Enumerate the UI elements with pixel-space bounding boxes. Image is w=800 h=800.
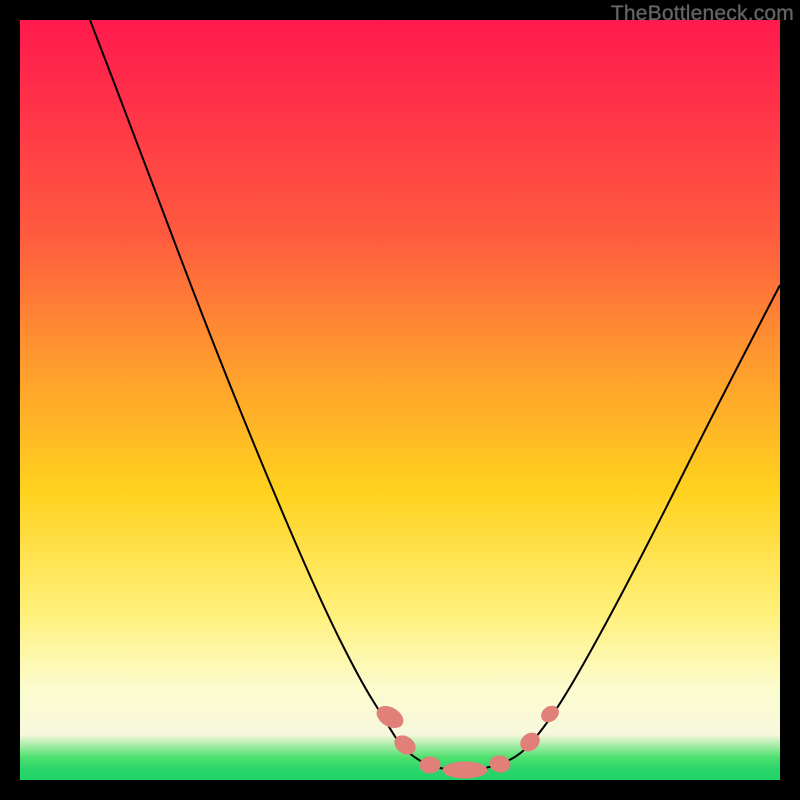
beads-group [373,702,561,778]
watermark-label: TheBottleneck.com [611,2,794,26]
curve-layer [20,20,780,780]
bead [420,757,440,773]
v-curve [90,20,780,770]
bead [489,754,511,773]
chart-frame [20,20,780,780]
bead [443,762,487,778]
